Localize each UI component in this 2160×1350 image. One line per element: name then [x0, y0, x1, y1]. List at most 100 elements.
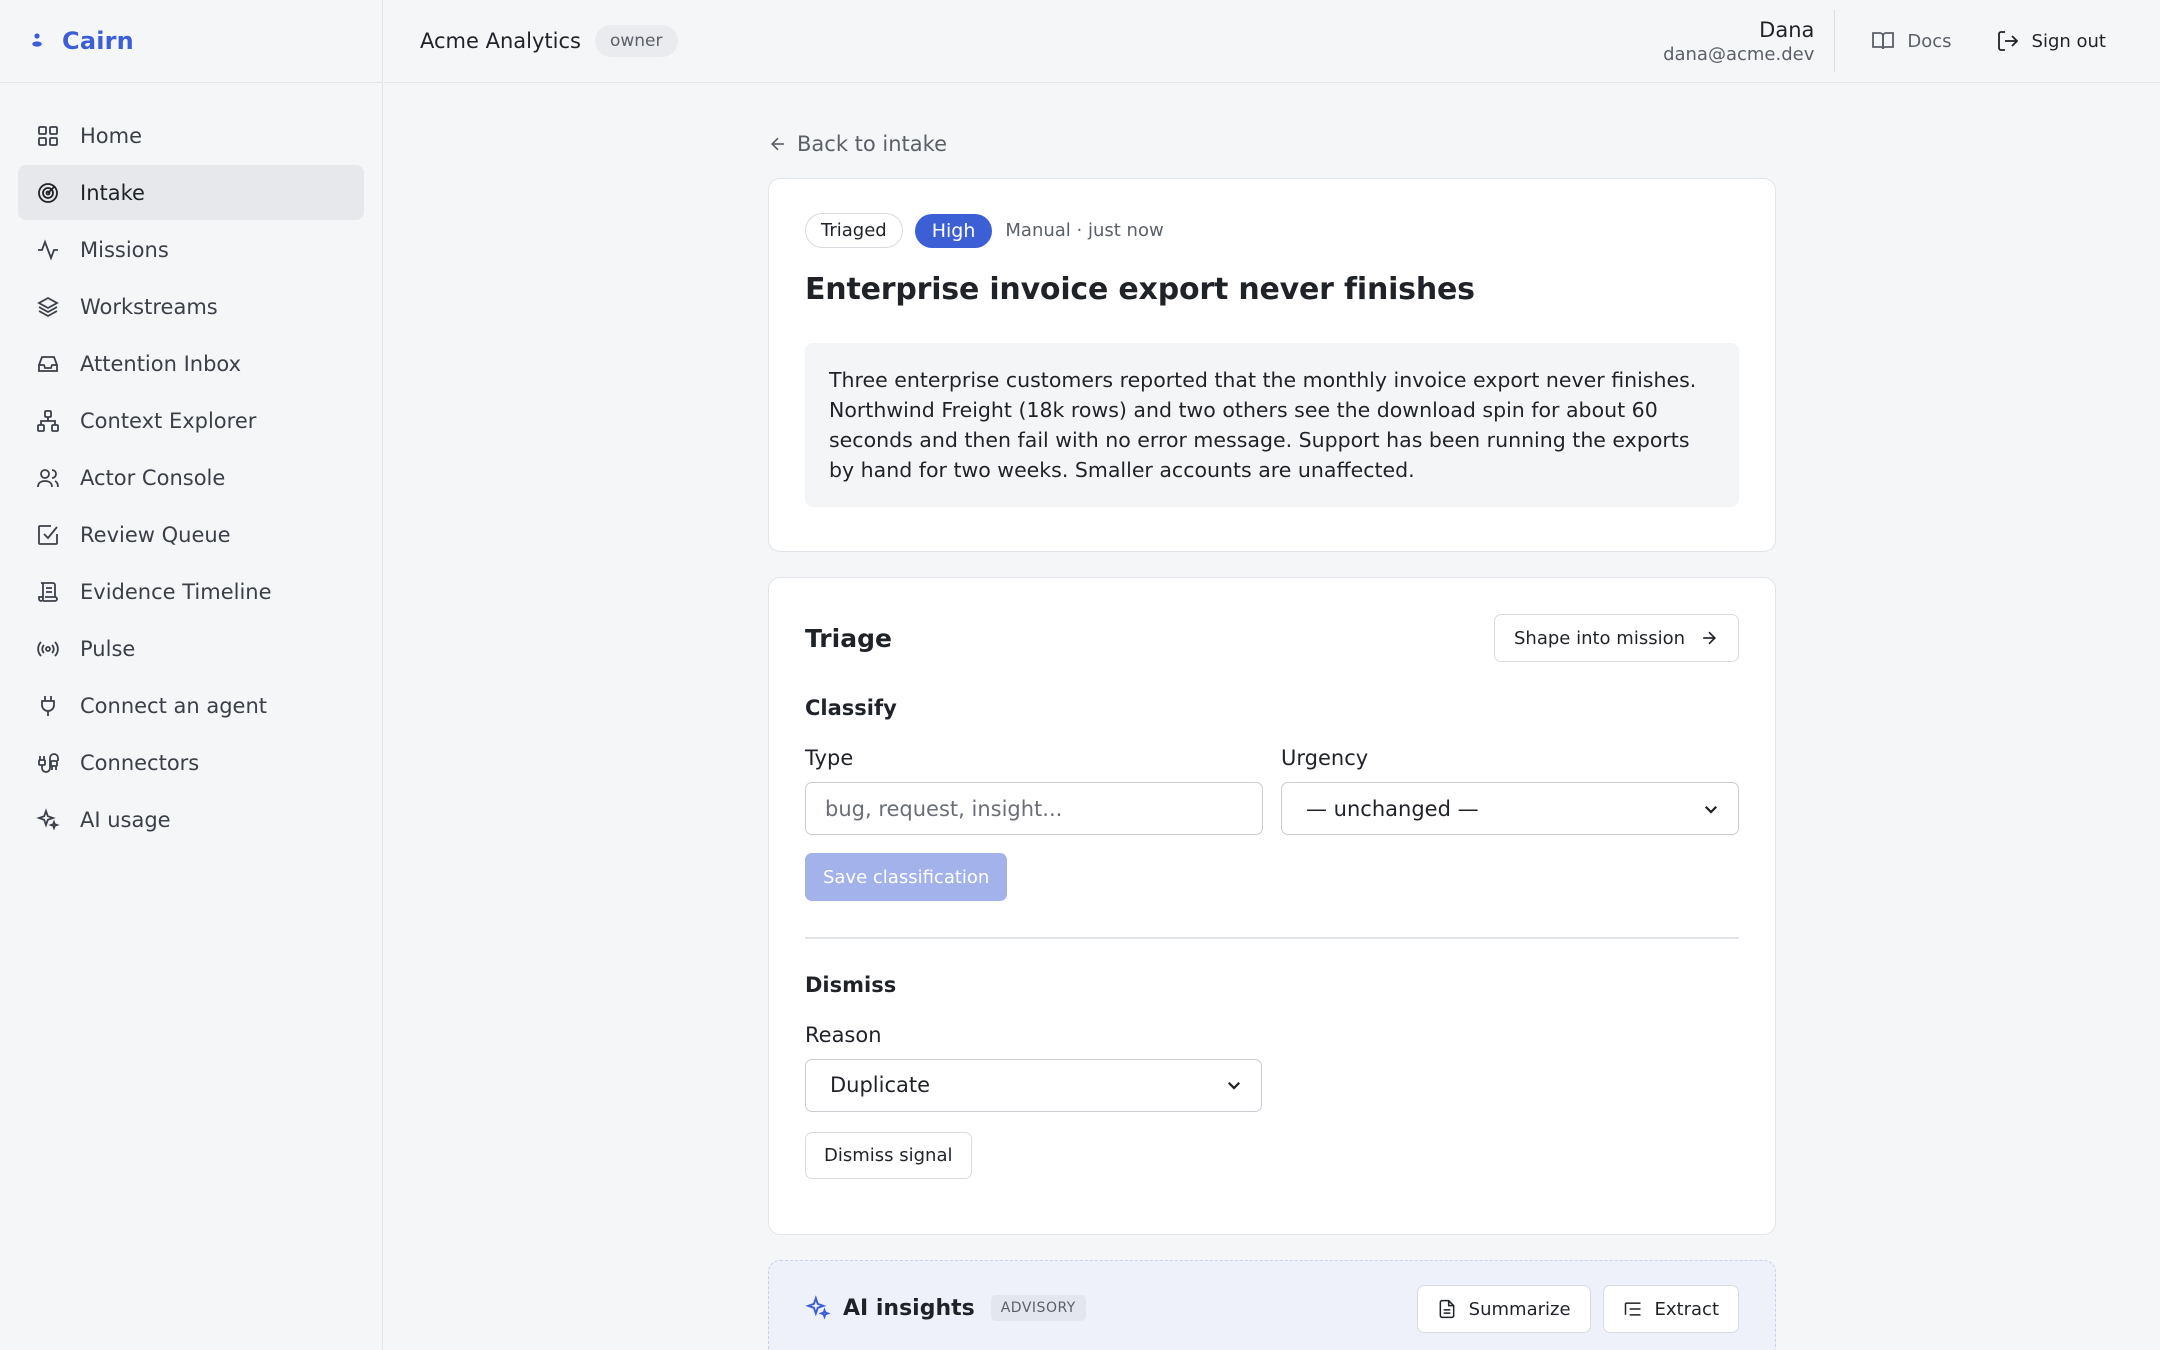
status-badge: Triaged — [805, 213, 903, 248]
back-to-intake-link[interactable]: Back to intake — [768, 129, 1776, 159]
check-square-icon — [38, 524, 58, 545]
book-icon — [1872, 32, 1895, 50]
sidebar-item-label: Workstreams — [80, 294, 218, 319]
shape-into-mission-label: Shape into mission — [1514, 627, 1685, 649]
sidebar-nav: Home Intake Missions Workstreams Attenti… — [0, 83, 382, 847]
extract-label: Extract — [1654, 1298, 1719, 1320]
sidebar-item-actor-console[interactable]: Actor Console — [18, 450, 364, 505]
arrow-left-icon — [770, 137, 784, 151]
signal-source: Manual · just now — [1005, 220, 1164, 241]
arrow-right-icon — [1703, 631, 1717, 645]
sidebar-item-home[interactable]: Home — [18, 108, 364, 163]
list-tree-icon — [1624, 1302, 1641, 1316]
ai-insights-title: AI insights — [843, 1295, 975, 1321]
sidebar-item-label: Connectors — [80, 750, 200, 775]
sidebar-item-label: Intake — [80, 180, 145, 205]
dismiss-signal-button[interactable]: Dismiss signal — [805, 1131, 972, 1179]
layers-icon — [37, 296, 59, 317]
sidebar-item-intake[interactable]: Intake — [18, 165, 364, 220]
org-name[interactable]: Acme Analytics — [420, 29, 581, 53]
back-label: Back to intake — [797, 132, 947, 156]
sparkles-icon — [36, 807, 60, 831]
sign-out-label: Sign out — [2031, 30, 2106, 52]
docs-link[interactable]: Docs — [1871, 29, 1952, 53]
summarize-button[interactable]: Summarize — [1416, 1285, 1591, 1333]
sidebar-item-label: Connect an agent — [80, 693, 268, 718]
reason-label: Reason — [805, 1022, 882, 1047]
sidebar-item-label: Pulse — [80, 636, 136, 661]
ai-insights-header: AI insights ADVISORY — [805, 1295, 1086, 1321]
sidebar-item-attention-inbox[interactable]: Attention Inbox — [18, 336, 364, 391]
type-input[interactable] — [805, 782, 1263, 835]
sidebar-item-connect-agent[interactable]: Connect an agent — [18, 678, 364, 733]
user-email: dana@acme.dev — [1663, 43, 1815, 65]
sidebar-item-missions[interactable]: Missions — [18, 222, 364, 277]
role-badge: owner — [594, 25, 678, 57]
chevron-down-icon — [1227, 1081, 1241, 1090]
sidebar-item-connectors[interactable]: Connectors — [18, 735, 364, 790]
sidebar-item-label: Home — [80, 123, 143, 148]
users-icon — [37, 468, 59, 487]
reason-field-group: Reason Duplicate — [805, 1023, 1262, 1112]
sidebar-item-pulse[interactable]: Pulse — [18, 621, 364, 676]
activity-icon — [38, 238, 58, 261]
urgency-select[interactable]: — unchanged — — [1281, 782, 1739, 835]
signal-card: Triaged High Manual · just now Enterpris… — [768, 178, 1776, 552]
urgency-value: — unchanged — — [1306, 796, 1479, 821]
grid-icon — [38, 125, 58, 146]
cable-icon — [38, 752, 59, 773]
type-field-group: Type — [805, 746, 1263, 835]
main-content: Back to intake Triaged High Manual · jus… — [768, 83, 1776, 1350]
sidebar-item-review-queue[interactable]: Review Queue — [18, 507, 364, 562]
signal-meta: Triaged High Manual · just now — [805, 213, 1739, 248]
sidebar-item-context-explorer[interactable]: Context Explorer — [18, 393, 364, 448]
scroll-icon — [38, 581, 58, 602]
target-icon — [38, 182, 58, 203]
file-text-icon — [1439, 1299, 1455, 1319]
sign-out-button[interactable]: Sign out — [1996, 29, 2106, 53]
sidebar-item-evidence-timeline[interactable]: Evidence Timeline — [18, 564, 364, 619]
urgency-label: Urgency — [1281, 746, 1369, 770]
sidebar-item-workstreams[interactable]: Workstreams — [18, 279, 364, 334]
sidebar-item-label: Evidence Timeline — [80, 579, 272, 604]
inbox-icon — [38, 355, 58, 372]
radio-icon — [37, 640, 59, 657]
advisory-badge: ADVISORY — [990, 1295, 1086, 1321]
urgency-field-group: Urgency — unchanged — — [1281, 746, 1739, 835]
triage-card: Triage Shape into mission Classify Type … — [768, 577, 1776, 1235]
sparkles-icon — [805, 1295, 831, 1320]
sidebar-item-label: AI usage — [80, 807, 171, 832]
brand-name: Cairn — [62, 27, 134, 55]
triage-title: Triage — [805, 623, 892, 653]
save-classification-button[interactable]: Save classification — [805, 853, 1008, 901]
chevron-down-icon — [1704, 805, 1718, 814]
reason-select[interactable]: Duplicate — [805, 1058, 1262, 1112]
user-name: Dana — [1759, 17, 1815, 42]
shape-into-mission-button[interactable]: Shape into mission — [1494, 614, 1739, 662]
sidebar-item-label: Context Explorer — [80, 408, 257, 433]
user-info: Dana dana@acme.dev — [1663, 10, 1836, 72]
sidebar-item-ai-usage[interactable]: AI usage — [18, 792, 364, 847]
network-icon — [37, 409, 59, 432]
classify-form: Type Urgency — unchanged — — [805, 746, 1739, 835]
summarize-label: Summarize — [1468, 1298, 1571, 1320]
sidebar-item-label: Missions — [80, 237, 169, 262]
docs-label: Docs — [1907, 30, 1952, 52]
reason-value: Duplicate — [830, 1073, 931, 1097]
dismiss-heading: Dismiss — [805, 972, 897, 997]
sidebar-item-label: Attention Inbox — [80, 351, 242, 376]
extract-button[interactable]: Extract — [1602, 1285, 1739, 1333]
triage-header: Triage Shape into mission — [805, 614, 1739, 662]
plug-icon — [41, 695, 55, 716]
divider — [805, 937, 1739, 939]
priority-badge: High — [914, 213, 993, 248]
type-label: Type — [805, 746, 854, 770]
ai-actions: Summarize Extract — [1416, 1285, 1739, 1333]
brand[interactable]: Cairn — [0, 0, 382, 83]
topbar: Acme Analytics owner Dana dana@acme.dev … — [384, 0, 2160, 83]
sidebar-item-label: Actor Console — [80, 465, 226, 490]
classify-heading: Classify — [805, 696, 897, 720]
sidebar-item-label: Review Queue — [80, 522, 231, 547]
signal-description: Three enterprise customers reported that… — [805, 343, 1739, 507]
log-out-icon — [1997, 31, 2018, 51]
